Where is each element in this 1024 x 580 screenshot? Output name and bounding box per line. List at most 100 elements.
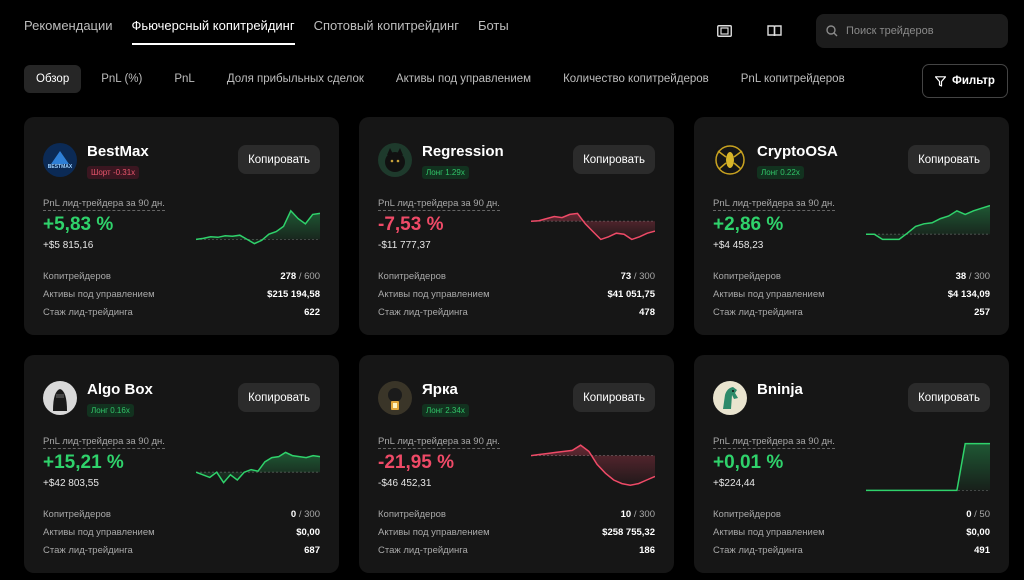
stat-value: 0 / 50 — [966, 509, 990, 520]
stat-aum: Активы под управлением $41 051,75 — [378, 285, 655, 303]
stat-value: $4 134,09 — [947, 288, 990, 300]
stat-copiers: Копитрейдеров 10 / 300 — [378, 505, 655, 523]
trader-name[interactable]: Regression — [422, 143, 504, 160]
copiers-count: 10 — [620, 508, 632, 520]
stat-label: Активы под управлением — [713, 526, 825, 538]
robot-avatar-icon[interactable] — [43, 381, 77, 415]
trader-card[interactable]: Bninja Копировать PnL лид-трейдера за 90… — [694, 355, 1009, 573]
trader-name[interactable]: BestMax — [87, 143, 149, 160]
stat-experience: Стаж лид-трейдинга 478 — [378, 303, 655, 321]
stat-label: Активы под управлением — [43, 288, 155, 300]
pnl-sparkline — [866, 204, 990, 241]
tab-spot-copytrading[interactable]: Спотовый копитрейдинг — [314, 18, 459, 45]
trader-stats: Копитрейдеров 0 / 50 Активы под управлен… — [713, 505, 990, 559]
pnl-percent: +2,86 % — [713, 214, 784, 235]
trader-name[interactable]: Bninja — [757, 381, 803, 398]
stat-value: $258 755,32 — [602, 526, 655, 538]
stat-aum: Активы под управлением $0,00 — [43, 523, 320, 541]
stat-label: Копитрейдеров — [713, 270, 781, 282]
chip-pnl[interactable]: PnL — [162, 65, 206, 93]
position-badge: Лонг 2.34x — [422, 404, 469, 417]
trader-stats: Копитрейдеров 278 / 600 Активы под управ… — [43, 267, 320, 321]
copiers-capacity: / 50 — [971, 508, 990, 520]
trader-card[interactable]: Algo Box Лонг 0.16x Копировать PnL лид-т… — [24, 355, 339, 573]
pnl-caption: PnL лид-трейдера за 90 дн. — [378, 436, 500, 449]
trader-card[interactable]: CryptoOSA Лонг 0.22x Копировать PnL лид-… — [694, 117, 1009, 335]
chip-aum[interactable]: Активы под управлением — [384, 65, 543, 93]
copy-button[interactable]: Копировать — [573, 145, 655, 174]
position-badge: Лонг 1.29x — [422, 166, 469, 179]
search-box[interactable] — [816, 14, 1008, 48]
chip-copiers-pnl[interactable]: PnL копитрейдеров — [729, 65, 857, 93]
tab-bots[interactable]: Боты — [478, 18, 509, 45]
bestmax-logo-icon[interactable]: BESTMAX — [43, 143, 77, 177]
pnl-percent: +0,01 % — [713, 452, 784, 473]
tab-futures-copytrading[interactable]: Фьючерсный копитрейдинг — [131, 18, 295, 45]
copy-button[interactable]: Копировать — [238, 383, 320, 412]
trader-stats: Копитрейдеров 0 / 300 Активы под управле… — [43, 505, 320, 559]
copiers-count: 73 — [620, 270, 632, 282]
trader-stats: Копитрейдеров 38 / 300 Активы под управл… — [713, 267, 990, 321]
stat-copiers: Копитрейдеров 38 / 300 — [713, 267, 990, 285]
copy-button[interactable]: Копировать — [573, 383, 655, 412]
stat-experience: Стаж лид-трейдинга 622 — [43, 303, 320, 321]
trader-name[interactable]: Algo Box — [87, 381, 153, 398]
copy-button[interactable]: Копировать — [908, 383, 990, 412]
lantern-avatar-icon[interactable] — [378, 381, 412, 415]
stat-experience: Стаж лид-трейдинга 186 — [378, 541, 655, 559]
header-tools — [716, 14, 1008, 48]
stat-aum: Активы под управлением $0,00 — [713, 523, 990, 541]
copiers-capacity: / 600 — [296, 270, 320, 282]
news-icon[interactable] — [716, 24, 732, 38]
filter-button-label: Фильтр — [952, 75, 995, 87]
trader-card[interactable]: Regression Лонг 1.29x Копировать PnL лид… — [359, 117, 674, 335]
chip-overview[interactable]: Обзор — [24, 65, 82, 93]
pnl-amount: -$46 452,31 — [378, 478, 432, 489]
stat-copiers: Копитрейдеров 73 / 300 — [378, 267, 655, 285]
pnl-percent: +5,83 % — [43, 214, 114, 235]
chip-copiers-count[interactable]: Количество копитрейдеров — [551, 65, 721, 93]
trader-name[interactable]: CryptoOSA — [757, 143, 838, 160]
search-input[interactable] — [846, 25, 996, 37]
pnl-amount: +$4 458,23 — [713, 240, 764, 251]
stat-value: $215 194,58 — [267, 288, 320, 300]
stat-value: 278 / 600 — [280, 271, 320, 282]
trader-card[interactable]: BESTMAX BestMax Шорт -0.31x Копировать P… — [24, 117, 339, 335]
copiers-count: 278 — [280, 270, 297, 282]
pnl-sparkline — [866, 442, 990, 492]
stat-aum: Активы под управлением $215 194,58 — [43, 285, 320, 303]
stat-label: Стаж лид-трейдинга — [43, 306, 133, 318]
position-badge: Лонг 0.22x — [757, 166, 804, 179]
stat-label: Копитрейдеров — [43, 270, 111, 282]
stat-value: $41 051,75 — [607, 288, 655, 300]
pnl-sparkline — [196, 209, 320, 245]
wolf-avatar-icon[interactable] — [378, 143, 412, 177]
stat-label: Копитрейдеров — [378, 508, 446, 520]
wasp-avatar-icon[interactable] — [713, 143, 747, 177]
copiers-capacity: / 300 — [296, 508, 320, 520]
sparkline-area — [531, 445, 655, 486]
stat-label: Стаж лид-трейдинга — [713, 544, 803, 556]
stat-label: Стаж лид-трейдинга — [378, 544, 468, 556]
guide-book-icon[interactable] — [766, 24, 782, 38]
stat-value: 622 — [304, 306, 320, 318]
main-tabs: Рекомендации Фьючерсный копитрейдинг Спо… — [24, 18, 528, 45]
trader-name[interactable]: Ярка — [422, 381, 458, 398]
search-icon — [826, 25, 838, 37]
stat-value: 0 / 300 — [291, 509, 320, 520]
trader-card[interactable]: Ярка Лонг 2.34x Копировать PnL лид-трейд… — [359, 355, 674, 573]
tab-recommendations[interactable]: Рекомендации — [24, 18, 113, 45]
stat-label: Активы под управлением — [378, 526, 490, 538]
horse-avatar-icon[interactable] — [713, 381, 747, 415]
stat-value: 186 — [639, 544, 655, 556]
stat-label: Активы под управлением — [713, 288, 825, 300]
chip-win-rate[interactable]: Доля прибыльных сделок — [215, 65, 376, 93]
stat-value: 38 / 300 — [956, 271, 990, 282]
copy-button[interactable]: Копировать — [238, 145, 320, 174]
chip-pnl-percent[interactable]: PnL (%) — [89, 65, 154, 93]
copiers-capacity: / 300 — [631, 270, 655, 282]
filter-button[interactable]: Фильтр — [922, 64, 1008, 98]
pnl-sparkline — [531, 444, 655, 486]
stat-copiers: Копитрейдеров 278 / 600 — [43, 267, 320, 285]
copy-button[interactable]: Копировать — [908, 145, 990, 174]
